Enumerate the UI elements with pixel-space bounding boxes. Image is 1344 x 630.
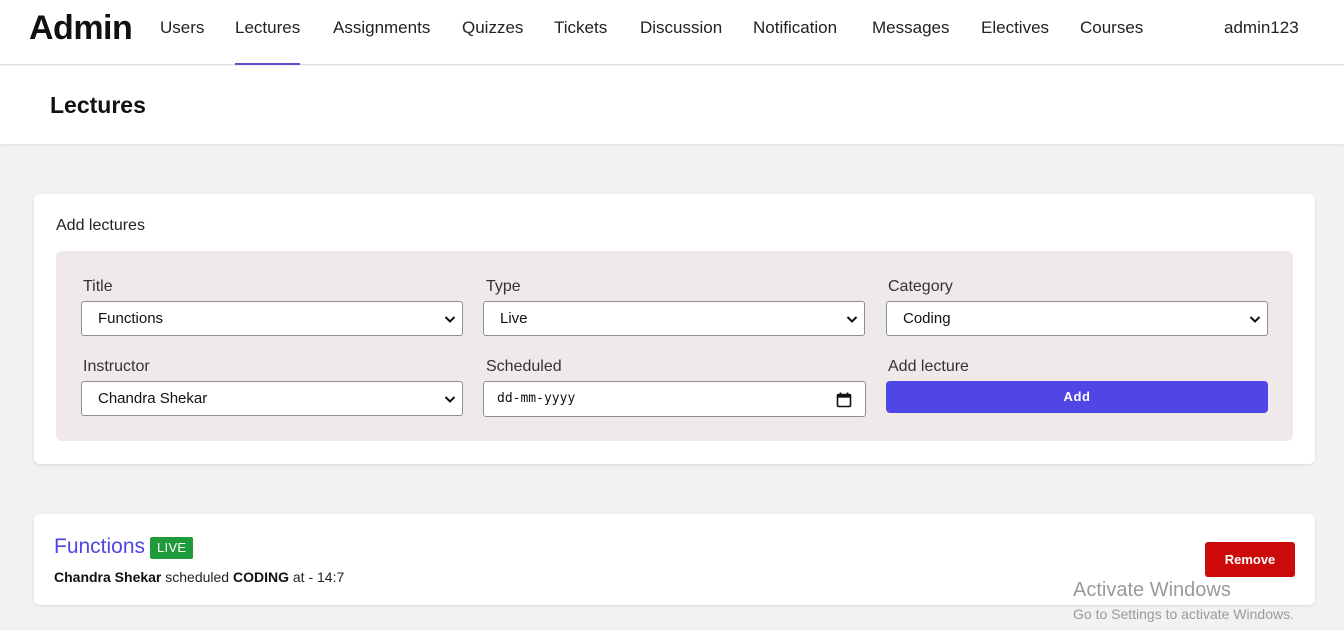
chevron-down-icon bbox=[444, 396, 456, 403]
lecture-scheduled-text: scheduled bbox=[165, 569, 230, 585]
user-menu[interactable]: admin123 bbox=[1224, 18, 1299, 38]
category-label: Category bbox=[888, 278, 953, 295]
page-header: Lectures bbox=[0, 66, 1344, 144]
add-lecture-card: Add lectures Title Functions Type Live C… bbox=[34, 194, 1315, 464]
top-navbar: Admin Users Lectures Assignments Quizzes… bbox=[0, 0, 1344, 65]
add-button[interactable]: Add bbox=[886, 381, 1268, 413]
title-select[interactable]: Functions bbox=[81, 301, 463, 336]
nav-notification[interactable]: Notification bbox=[753, 18, 837, 65]
add-lecture-form: Title Functions Type Live Category Codin… bbox=[56, 251, 1293, 441]
remove-button[interactable]: Remove bbox=[1205, 542, 1295, 577]
instructor-label: Instructor bbox=[83, 358, 150, 375]
category-select[interactable]: Coding bbox=[886, 301, 1268, 336]
add-lecture-label: Add lecture bbox=[888, 358, 969, 375]
lecture-details: Chandra Shekar scheduled CODING at - 14:… bbox=[54, 569, 344, 585]
scheduled-label: Scheduled bbox=[486, 358, 562, 375]
lecture-title[interactable]: Functions bbox=[54, 535, 145, 559]
type-select-value: Live bbox=[500, 310, 528, 327]
add-lectures-heading: Add lectures bbox=[56, 217, 145, 234]
nav-messages[interactable]: Messages bbox=[872, 18, 949, 65]
live-badge: LIVE bbox=[150, 537, 194, 559]
watermark-subtitle: Go to Settings to activate Windows. bbox=[1073, 606, 1294, 622]
lecture-category: CODING bbox=[232, 569, 289, 585]
instructor-select[interactable]: Chandra Shekar bbox=[81, 381, 463, 416]
nav-lectures[interactable]: Lectures bbox=[235, 18, 301, 65]
page-title: Lectures bbox=[50, 92, 146, 118]
nav-quizzes[interactable]: Quizzes bbox=[462, 18, 523, 65]
calendar-icon[interactable] bbox=[836, 392, 852, 408]
nav-users[interactable]: Users bbox=[160, 18, 204, 65]
chevron-down-icon bbox=[1249, 316, 1261, 323]
title-label: Title bbox=[83, 278, 113, 295]
scheduled-date-placeholder: dd-mm-yyyy bbox=[497, 391, 576, 406]
chevron-down-icon bbox=[846, 316, 858, 323]
title-select-value: Functions bbox=[98, 310, 164, 327]
type-select[interactable]: Live bbox=[483, 301, 865, 336]
nav-assignments[interactable]: Assignments bbox=[333, 18, 430, 65]
brand-title[interactable]: Admin bbox=[29, 9, 133, 48]
type-label: Type bbox=[486, 278, 521, 295]
lecture-instructor: Chandra Shekar bbox=[54, 569, 162, 585]
lecture-list-item: Functions LIVE Chandra Shekar scheduled … bbox=[34, 514, 1315, 605]
nav-discussion[interactable]: Discussion bbox=[640, 18, 722, 65]
nav-courses[interactable]: Courses bbox=[1080, 18, 1143, 65]
instructor-select-value: Chandra Shekar bbox=[98, 390, 208, 407]
scheduled-date-input[interactable]: dd-mm-yyyy bbox=[483, 381, 866, 417]
chevron-down-icon bbox=[444, 316, 456, 323]
nav-tickets[interactable]: Tickets bbox=[554, 18, 607, 65]
category-select-value: Coding bbox=[903, 310, 951, 327]
nav-electives[interactable]: Electives bbox=[981, 18, 1049, 65]
lecture-time: at - 14:7 bbox=[292, 569, 345, 585]
